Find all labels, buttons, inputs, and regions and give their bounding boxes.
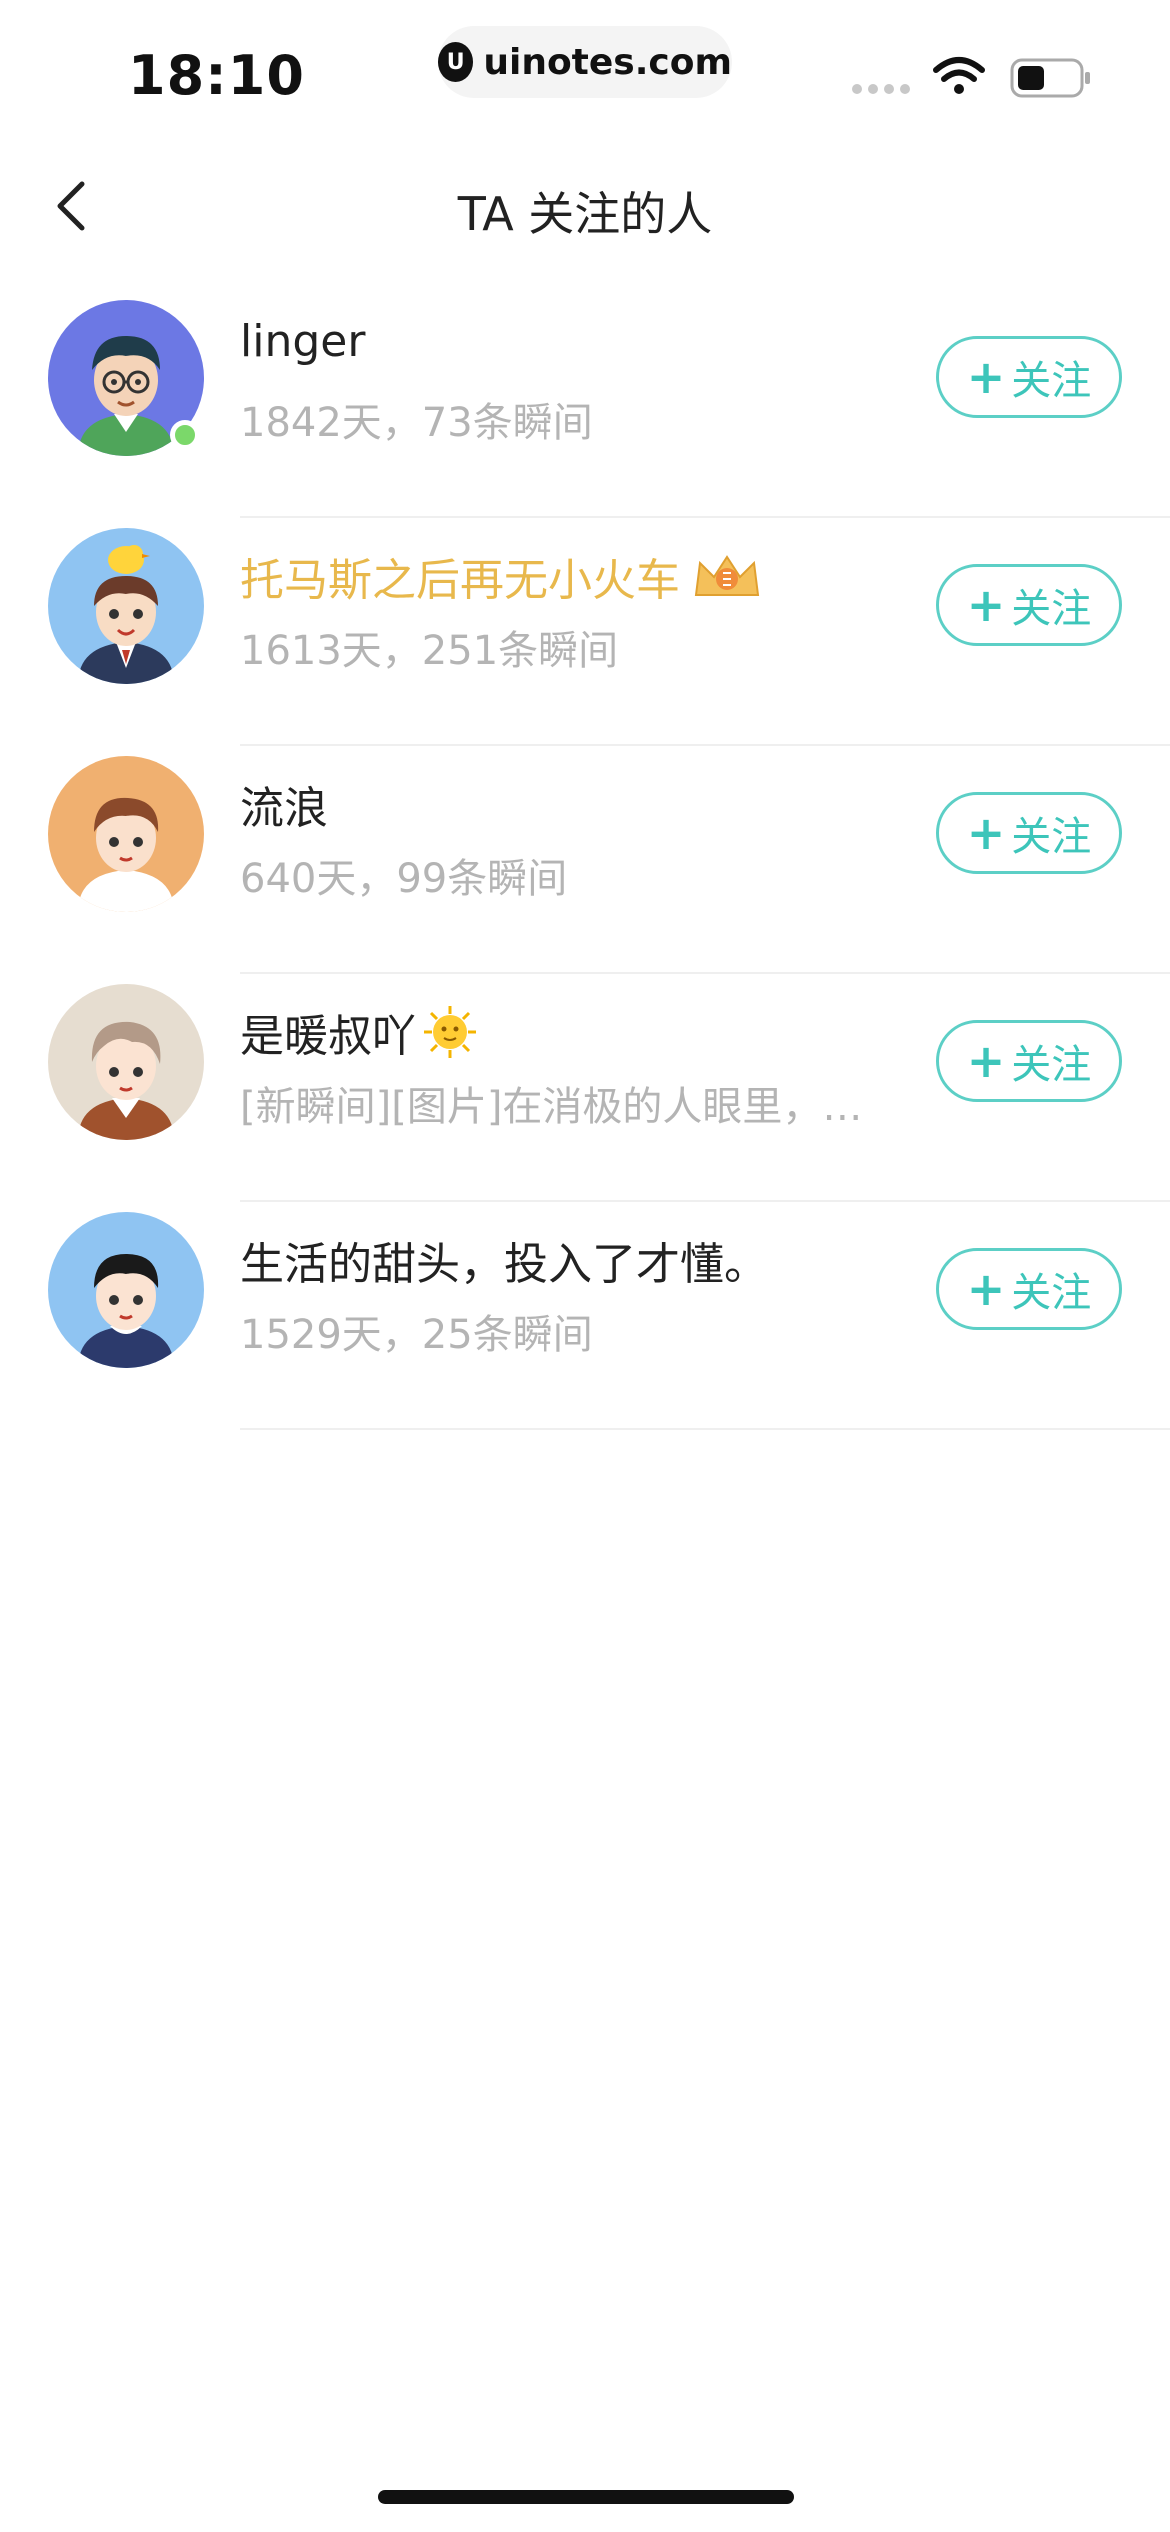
user-name: 生活的甜头，投入了才懂。 — [240, 1239, 768, 1290]
following-list: linger 1842天，73条瞬间 + 关注 托马斯之后再无小火车 1613天… — [0, 290, 1170, 1430]
avatar[interactable] — [48, 756, 204, 912]
page-title: TA 关注的人 — [457, 187, 713, 241]
follow-button[interactable]: + 关注 — [936, 1020, 1122, 1102]
battery-icon — [1010, 58, 1090, 98]
site-logo-icon: U — [438, 42, 474, 82]
plus-icon: + — [966, 350, 1006, 404]
follow-label: 关注 — [1011, 1270, 1092, 1316]
status-bar: 18:10 U uinotes.com — [0, 0, 1170, 140]
list-item[interactable]: linger 1842天，73条瞬间 + 关注 — [0, 290, 1170, 518]
list-item[interactable]: 流浪 640天，99条瞬间 + 关注 — [0, 746, 1170, 974]
nav-bar: TA 关注的人 — [0, 140, 1170, 272]
follow-label: 关注 — [1011, 814, 1092, 860]
list-item[interactable]: 是暖叔吖 [新瞬间][图片]在消极的人眼里，… + 关注 — [0, 974, 1170, 1202]
user-name: 托马斯之后再无小火车 — [240, 544, 764, 608]
avatar[interactable] — [48, 528, 204, 684]
sun-emoji-icon — [424, 1006, 476, 1058]
follow-button[interactable]: + 关注 — [936, 564, 1122, 646]
plus-icon: + — [966, 1262, 1006, 1316]
latest-moment-preview: [新瞬间][图片]在消极的人眼里，… — [240, 1084, 863, 1130]
user-name: 是暖叔吖 — [240, 1000, 478, 1064]
plus-icon: + — [966, 578, 1006, 632]
follow-label: 关注 — [1011, 1042, 1092, 1088]
vip-crown-icon — [694, 555, 760, 596]
user-stats: 640天，99条瞬间 — [240, 856, 568, 902]
cellular-signal-icon — [852, 84, 910, 94]
avatar[interactable] — [48, 1212, 204, 1368]
plus-icon: + — [966, 1034, 1006, 1088]
user-stats: 1842天，73条瞬间 — [240, 400, 593, 446]
avatar[interactable] — [48, 984, 204, 1140]
wifi-icon — [933, 57, 985, 94]
follow-button[interactable]: + 关注 — [936, 1248, 1122, 1330]
url-pill[interactable]: U uinotes.com — [438, 26, 732, 98]
list-item[interactable]: 生活的甜头，投入了才懂。 1529天，25条瞬间 + 关注 — [0, 1202, 1170, 1430]
user-stats: 1529天，25条瞬间 — [240, 1312, 593, 1358]
follow-button[interactable]: + 关注 — [936, 336, 1122, 418]
user-name: linger — [240, 316, 366, 367]
home-indicator[interactable] — [378, 2490, 794, 2504]
list-item[interactable]: 托马斯之后再无小火车 1613天，251条瞬间 + 关注 — [0, 518, 1170, 746]
user-name: 流浪 — [240, 783, 328, 834]
screen: 18:10 U uinotes.com TA 关注的人 linger 1842天… — [0, 0, 1170, 2532]
follow-button[interactable]: + 关注 — [936, 792, 1122, 874]
follow-label: 关注 — [1011, 358, 1092, 404]
user-stats: 1613天，251条瞬间 — [240, 628, 619, 674]
plus-icon: + — [966, 806, 1006, 860]
online-status-dot — [170, 420, 200, 450]
url-text: uinotes.com — [483, 41, 732, 83]
status-time: 18:10 — [128, 44, 305, 107]
follow-label: 关注 — [1011, 586, 1092, 632]
divider — [240, 1428, 1170, 1430]
